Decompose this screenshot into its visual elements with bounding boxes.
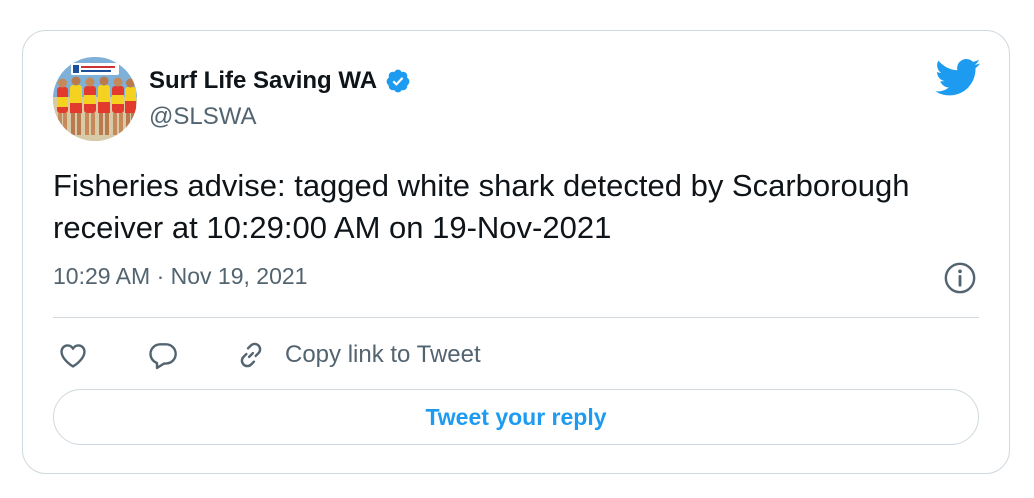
timestamp-separator: · xyxy=(150,263,171,289)
tweet-text: Fisheries advise: tagged white shark det… xyxy=(53,168,910,245)
info-icon[interactable] xyxy=(943,261,977,295)
author-display-name[interactable]: Surf Life Saving WA xyxy=(149,67,377,95)
avatar-image xyxy=(53,57,137,141)
speech-bubble-icon xyxy=(149,343,177,370)
reply-button-label[interactable]: Tweet your reply xyxy=(425,404,606,431)
like-button[interactable] xyxy=(57,339,89,371)
tweet-your-reply-button[interactable]: Tweet your reply xyxy=(53,389,979,445)
reply-button[interactable] xyxy=(147,339,179,371)
twitter-bird-icon[interactable] xyxy=(935,59,981,97)
tweet-timestamp[interactable]: 10:29 AM · Nov 19, 2021 xyxy=(53,263,307,290)
copy-link-label[interactable]: Copy link to Tweet xyxy=(285,341,481,369)
author-handle[interactable]: @SLSWA xyxy=(149,103,257,131)
heart-icon xyxy=(60,344,86,368)
tweet-actions: Copy link to Tweet xyxy=(53,331,481,379)
author-name-row[interactable]: Surf Life Saving WA xyxy=(149,65,411,97)
avatar[interactable] xyxy=(53,57,137,141)
tweet-date[interactable]: Nov 19, 2021 xyxy=(171,263,308,289)
copy-link-button[interactable]: Copy link to Tweet xyxy=(235,339,481,371)
divider xyxy=(53,317,979,318)
tweet-time[interactable]: 10:29 AM xyxy=(53,263,150,289)
verified-badge-icon xyxy=(386,69,410,93)
tweet-card: Surf Life Saving WA @SLSWA Fisheries adv… xyxy=(22,30,1010,474)
link-icon xyxy=(240,342,262,368)
